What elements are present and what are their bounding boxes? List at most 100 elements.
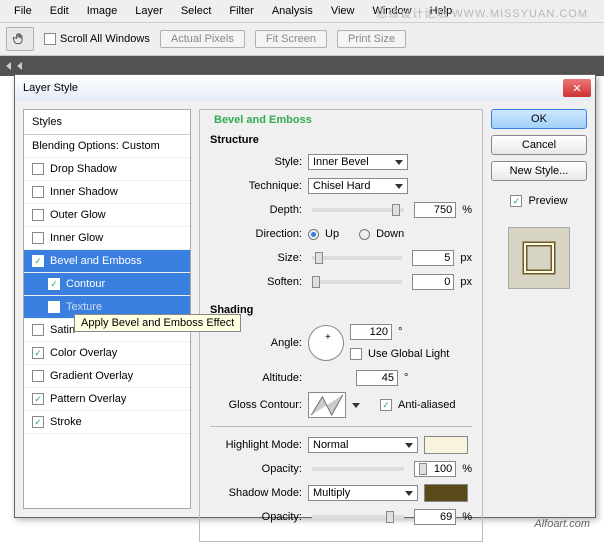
actual-pixels-button[interactable]: Actual Pixels [160, 30, 245, 48]
close-icon[interactable]: ✕ [563, 79, 591, 97]
altitude-input[interactable]: 45 [356, 370, 398, 386]
menu-file[interactable]: File [6, 3, 40, 19]
style-label: Style: [210, 156, 302, 168]
panel-collapse-icon[interactable] [17, 62, 22, 70]
antialiased-check[interactable]: ✓ [380, 399, 392, 411]
chevron-down-icon [405, 491, 413, 496]
up-label: Up [325, 228, 339, 240]
soften-input[interactable]: 0 [412, 274, 454, 290]
deg-unit: ° [404, 372, 408, 384]
angle-dial[interactable] [308, 325, 344, 361]
size-input[interactable]: 5 [412, 250, 454, 266]
style-color-overlay[interactable]: ✓Color Overlay [24, 342, 190, 365]
highlight-mode-label: Highlight Mode: [210, 439, 302, 451]
bevel-title: Bevel and Emboss [210, 114, 316, 126]
highlight-color-swatch[interactable] [424, 436, 468, 454]
styles-list: Styles Blending Options: Custom Drop Sha… [23, 109, 191, 509]
new-style-button[interactable]: New Style... [491, 161, 587, 181]
style-select[interactable]: Inner Bevel [308, 154, 408, 170]
direction-up-radio[interactable] [308, 229, 319, 240]
layer-style-dialog: Layer Style ✕ Styles Blending Options: C… [14, 74, 596, 518]
percent-unit: % [462, 204, 472, 216]
shadow-mode-label: Shadow Mode: [210, 487, 302, 499]
style-inner-shadow[interactable]: Inner Shadow [24, 181, 190, 204]
depth-label: Depth: [210, 204, 302, 216]
panel-strip [0, 56, 604, 76]
chevron-down-icon [405, 443, 413, 448]
tooltip: Apply Bevel and Emboss Effect [74, 314, 241, 332]
technique-select[interactable]: Chisel Hard [308, 178, 408, 194]
style-contour[interactable]: ✓Contour [24, 273, 190, 296]
gloss-contour-picker[interactable] [308, 392, 346, 418]
percent-unit: % [462, 511, 472, 523]
style-inner-glow[interactable]: Inner Glow [24, 227, 190, 250]
menu-view[interactable]: View [323, 3, 363, 19]
style-bevel-emboss[interactable]: ✓Bevel and Emboss [24, 250, 190, 273]
altitude-label: Altitude: [210, 372, 302, 384]
shadow-mode-select[interactable]: Multiply [308, 485, 418, 501]
direction-label: Direction: [210, 228, 302, 240]
menu-image[interactable]: Image [79, 3, 126, 19]
bevel-settings-panel: Bevel and Emboss Structure Style: Inner … [199, 109, 483, 509]
deg-unit: ° [398, 326, 402, 338]
dialog-title: Layer Style [23, 82, 78, 94]
styles-header[interactable]: Styles [24, 110, 190, 135]
preview-thumbnail [508, 227, 570, 289]
direction-down-radio[interactable] [359, 229, 370, 240]
px-unit: px [460, 252, 472, 264]
watermark-text: 思缘设计论坛 WWW.MISSYUAN.COM [368, 3, 596, 23]
menu-analysis[interactable]: Analysis [264, 3, 321, 19]
shadow-opacity-input[interactable]: 69 [414, 509, 456, 525]
depth-input[interactable]: 750 [414, 202, 456, 218]
panel-collapse-icon[interactable] [6, 62, 11, 70]
scroll-all-label: Scroll All Windows [60, 33, 150, 45]
chevron-down-icon [395, 184, 403, 189]
style-stroke[interactable]: ✓Stroke [24, 411, 190, 434]
app-menubar: File Edit Image Layer Select Filter Anal… [0, 0, 604, 23]
shading-heading: Shading [210, 304, 472, 316]
menu-layer[interactable]: Layer [127, 3, 171, 19]
soften-slider[interactable] [312, 280, 402, 284]
blending-options-row[interactable]: Blending Options: Custom [24, 135, 190, 158]
px-unit: px [460, 276, 472, 288]
style-drop-shadow[interactable]: Drop Shadow [24, 158, 190, 181]
style-gradient-overlay[interactable]: Gradient Overlay [24, 365, 190, 388]
technique-label: Technique: [210, 180, 302, 192]
highlight-opacity-slider[interactable] [312, 467, 404, 471]
menu-select[interactable]: Select [173, 3, 220, 19]
global-light-check[interactable] [350, 348, 362, 360]
angle-input[interactable]: 120 [350, 324, 392, 340]
angle-label: Angle: [210, 337, 302, 349]
structure-heading: Structure [210, 134, 472, 146]
chevron-down-icon [395, 160, 403, 165]
depth-slider[interactable] [312, 208, 404, 212]
size-label: Size: [210, 252, 302, 264]
highlight-opacity-label: Opacity: [210, 463, 302, 475]
global-light-label: Use Global Light [368, 348, 449, 360]
highlight-mode-select[interactable]: Normal [308, 437, 418, 453]
soften-label: Soften: [210, 276, 302, 288]
shadow-opacity-slider[interactable] [312, 515, 404, 519]
ok-button[interactable]: OK [491, 109, 587, 129]
dialog-titlebar: Layer Style ✕ [15, 75, 595, 101]
shadow-color-swatch[interactable] [424, 484, 468, 502]
options-bar: Scroll All Windows Actual Pixels Fit Scr… [0, 23, 604, 56]
percent-unit: % [462, 463, 472, 475]
print-size-button[interactable]: Print Size [337, 30, 406, 48]
cancel-button[interactable]: Cancel [491, 135, 587, 155]
style-outer-glow[interactable]: Outer Glow [24, 204, 190, 227]
fit-screen-button[interactable]: Fit Screen [255, 30, 327, 48]
scroll-all-windows-check[interactable]: Scroll All Windows [44, 33, 150, 45]
shadow-opacity-label: Opacity: [210, 511, 302, 523]
style-pattern-overlay[interactable]: ✓Pattern Overlay [24, 388, 190, 411]
down-label: Down [376, 228, 404, 240]
chevron-down-icon[interactable] [352, 403, 360, 408]
footer-credit: Alfoart.com [534, 518, 590, 530]
antialiased-label: Anti-aliased [398, 399, 455, 411]
preview-check[interactable]: ✓ [510, 195, 522, 207]
hand-tool-icon[interactable] [6, 27, 34, 51]
size-slider[interactable] [312, 256, 402, 260]
menu-filter[interactable]: Filter [221, 3, 261, 19]
menu-edit[interactable]: Edit [42, 3, 77, 19]
dialog-buttons: OK Cancel New Style... ✓Preview [491, 109, 587, 509]
